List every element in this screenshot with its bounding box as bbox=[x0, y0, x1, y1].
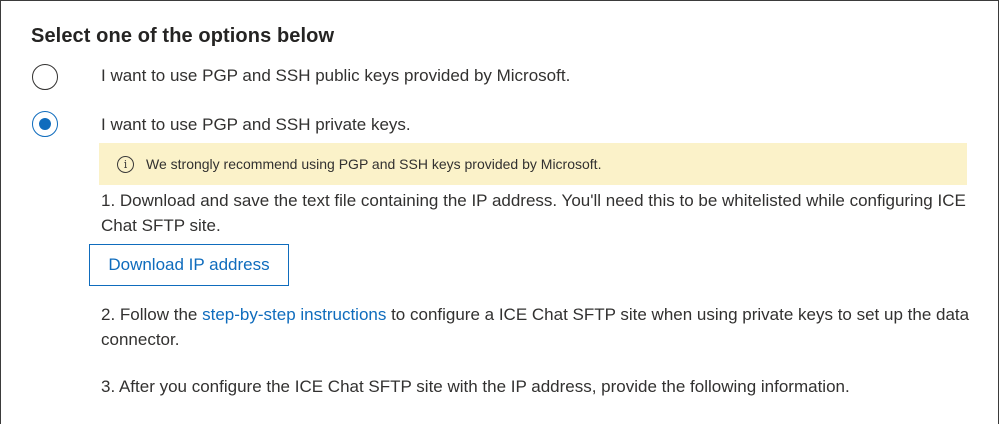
banner-text: We strongly recommend using PGP and SSH … bbox=[146, 156, 602, 172]
step-3-text: 3. After you configure the ICE Chat SFTP… bbox=[101, 377, 850, 396]
options-panel: Select one of the options below I want t… bbox=[0, 0, 999, 424]
step-2-text: 2. Follow the step-by-step instructions … bbox=[101, 302, 981, 352]
option-label-microsoft-keys: I want to use PGP and SSH public keys pr… bbox=[101, 66, 571, 85]
step-1-text: 1. Download and save the text file conta… bbox=[101, 191, 966, 235]
radio-selected-dot bbox=[38, 117, 51, 130]
recommendation-banner: i We strongly recommend using PGP and SS… bbox=[99, 143, 967, 185]
step-2-prefix: 2. Follow the bbox=[101, 305, 203, 324]
radio-microsoft-keys[interactable] bbox=[32, 64, 58, 90]
step-by-step-instructions-link[interactable]: step-by-step instructions bbox=[202, 305, 386, 324]
section-heading: Select one of the options below bbox=[31, 25, 335, 47]
info-icon: i bbox=[117, 155, 134, 173]
option-label-private-keys: I want to use PGP and SSH private keys. bbox=[101, 115, 411, 134]
download-ip-address-button[interactable]: Download IP address bbox=[89, 244, 289, 286]
radio-private-keys[interactable] bbox=[32, 111, 58, 137]
